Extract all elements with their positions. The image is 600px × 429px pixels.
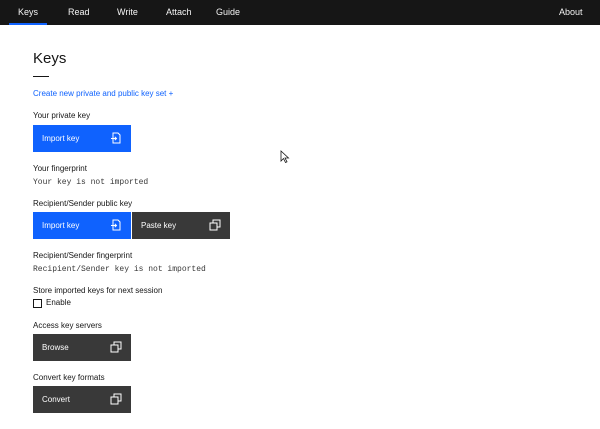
page-title: Keys [33, 50, 67, 67]
import-file-icon [111, 132, 121, 144]
nav-item-read[interactable]: Read [68, 0, 90, 25]
import-private-key-button[interactable]: Import key [33, 125, 131, 152]
import-private-key-button-label: Import key [42, 134, 80, 143]
paste-key-button-label: Paste key [141, 221, 177, 230]
copy-icon [209, 219, 221, 231]
nav-item-attach[interactable]: Attach [166, 0, 192, 25]
recipient-fingerprint-value: Recipient/Sender key is not imported [33, 265, 206, 274]
launch-icon [110, 393, 122, 405]
nav-item-write[interactable]: Write [117, 0, 138, 25]
mouse-cursor-icon [280, 150, 290, 164]
import-public-key-button-label: Import key [42, 221, 80, 230]
convert-formats-label: Convert key formats [33, 373, 105, 382]
enable-checkbox-label[interactable]: Enable [46, 298, 71, 307]
paste-key-button[interactable]: Paste key [132, 212, 230, 239]
key-servers-label: Access key servers [33, 321, 102, 330]
store-keys-label: Store imported keys for next session [33, 286, 163, 295]
browse-button[interactable]: Browse [33, 334, 131, 361]
top-nav: Keys Read Write Attach Guide About [0, 0, 600, 25]
nav-item-guide[interactable]: Guide [216, 0, 240, 25]
convert-button-label: Convert [42, 395, 71, 404]
create-key-set-link[interactable]: Create new private and public key set + [33, 89, 173, 98]
fingerprint-label: Your fingerprint [33, 164, 87, 173]
import-public-key-button[interactable]: Import key [33, 212, 131, 239]
launch-icon [110, 341, 122, 353]
title-divider [33, 76, 49, 77]
convert-button[interactable]: Convert [33, 386, 131, 413]
enable-checkbox[interactable] [33, 299, 42, 308]
nav-item-about[interactable]: About [559, 0, 583, 25]
import-file-icon [111, 219, 121, 231]
browse-button-label: Browse [42, 343, 69, 352]
nav-item-keys[interactable]: Keys [8, 0, 48, 25]
fingerprint-value: Your key is not imported [33, 178, 149, 187]
recipient-fingerprint-label: Recipient/Sender fingerprint [33, 251, 133, 260]
public-key-label: Recipient/Sender public key [33, 199, 133, 208]
private-key-label: Your private key [33, 111, 91, 120]
